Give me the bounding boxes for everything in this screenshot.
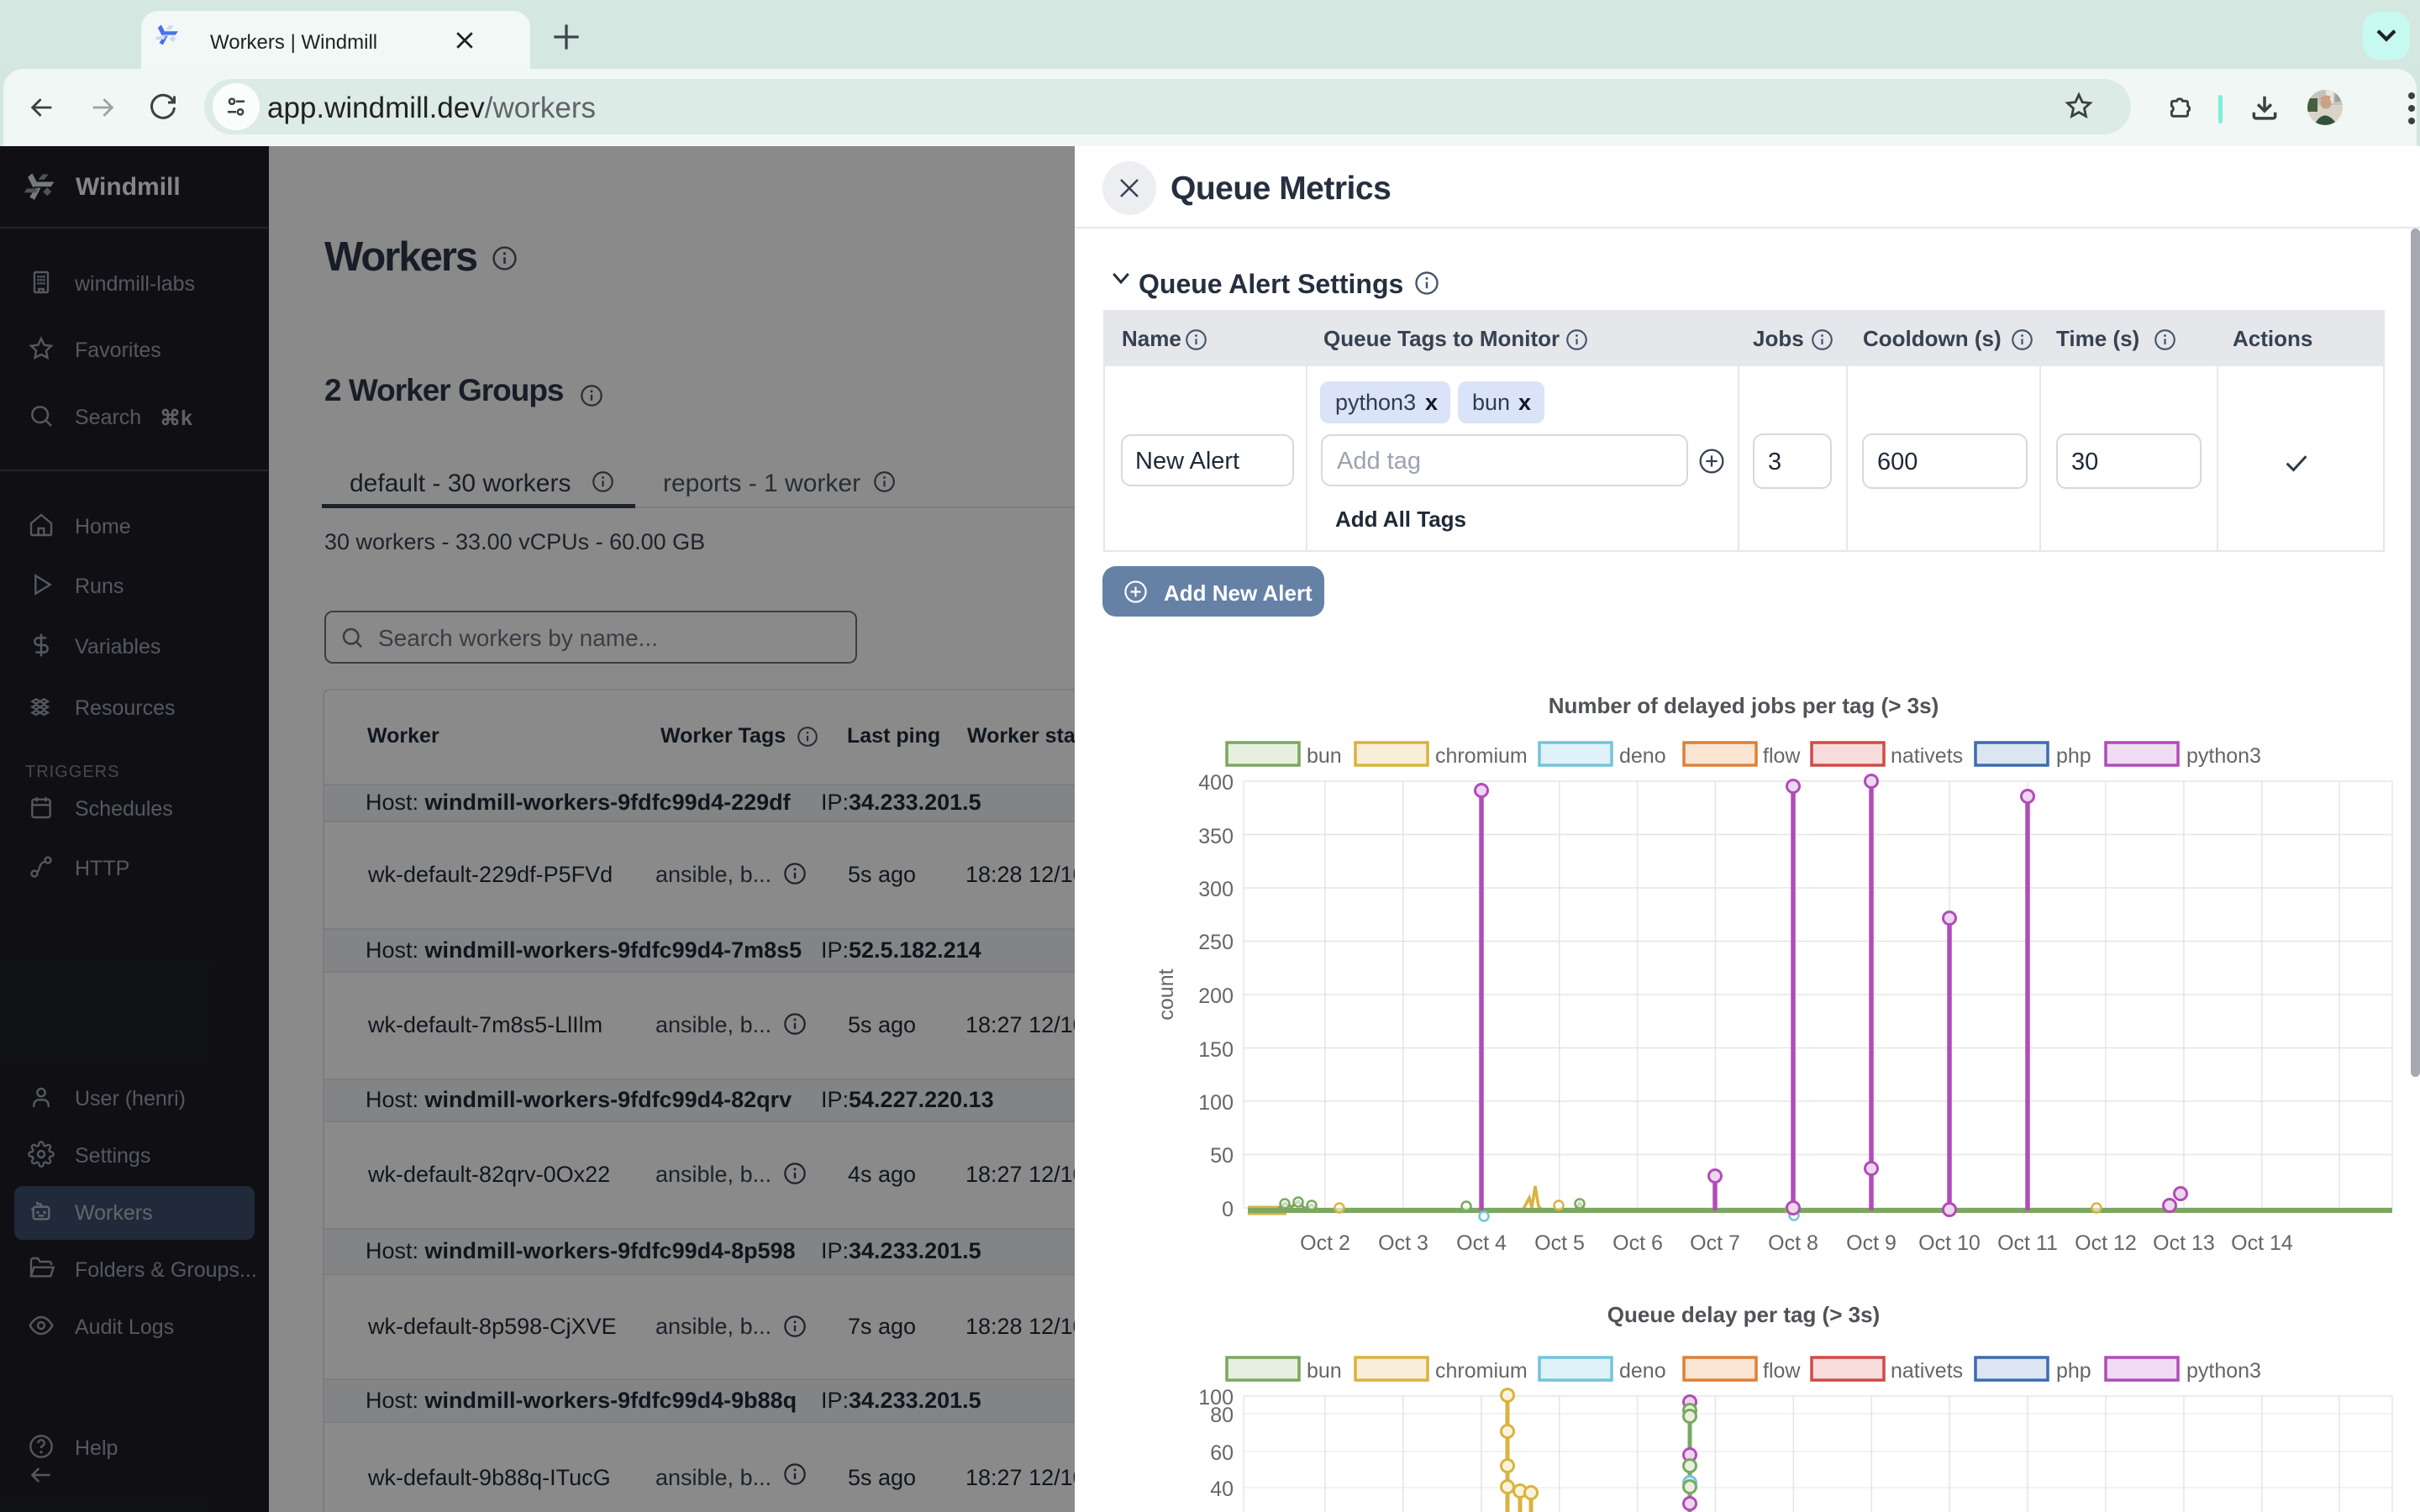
svg-text:Oct 14: Oct 14 bbox=[2231, 1231, 2293, 1255]
svg-text:python3: python3 bbox=[2186, 744, 2261, 768]
svg-text:Queue delay per tag (> 3s): Queue delay per tag (> 3s) bbox=[1607, 1302, 1880, 1327]
svg-text:Oct 10: Oct 10 bbox=[1918, 1231, 1981, 1255]
svg-text:150: 150 bbox=[1198, 1038, 1234, 1062]
svg-text:40: 40 bbox=[1210, 1478, 1234, 1501]
svg-text:Number of delayed jobs per tag: Number of delayed jobs per tag (> 3s) bbox=[1549, 693, 1939, 718]
svg-text:250: 250 bbox=[1198, 931, 1234, 954]
svg-text:200: 200 bbox=[1198, 984, 1234, 1008]
svg-text:Oct 5: Oct 5 bbox=[1534, 1231, 1585, 1255]
svg-text:100: 100 bbox=[1198, 1091, 1234, 1115]
svg-text:Oct 9: Oct 9 bbox=[1846, 1231, 1897, 1255]
svg-text:nativets: nativets bbox=[1891, 744, 1963, 768]
svg-text:80: 80 bbox=[1210, 1404, 1234, 1427]
svg-text:Oct 11: Oct 11 bbox=[1997, 1231, 2058, 1255]
svg-text:chromium: chromium bbox=[1435, 744, 1528, 768]
svg-text:Oct 13: Oct 13 bbox=[2153, 1231, 2215, 1255]
svg-text:50: 50 bbox=[1210, 1144, 1234, 1168]
svg-text:Oct 7: Oct 7 bbox=[1690, 1231, 1740, 1255]
svg-text:Oct 6: Oct 6 bbox=[1612, 1231, 1663, 1255]
svg-text:bun: bun bbox=[1307, 744, 1342, 768]
svg-text:400: 400 bbox=[1198, 771, 1234, 795]
svg-text:60: 60 bbox=[1210, 1441, 1234, 1465]
svg-text:php: php bbox=[2056, 744, 2091, 768]
svg-text:300: 300 bbox=[1198, 878, 1234, 901]
svg-text:bun: bun bbox=[1307, 1359, 1342, 1383]
svg-text:python3: python3 bbox=[2186, 1359, 2261, 1383]
svg-text:0: 0 bbox=[1222, 1198, 1234, 1221]
svg-text:count: count bbox=[1155, 969, 1178, 1020]
svg-text:nativets: nativets bbox=[1891, 1359, 1963, 1383]
svg-text:Oct 3: Oct 3 bbox=[1378, 1231, 1428, 1255]
svg-text:flow: flow bbox=[1763, 1359, 1801, 1383]
svg-text:chromium: chromium bbox=[1435, 1359, 1528, 1383]
svg-text:deno: deno bbox=[1619, 1359, 1666, 1383]
svg-text:Oct 12: Oct 12 bbox=[2075, 1231, 2137, 1255]
svg-text:php: php bbox=[2056, 1359, 2091, 1383]
svg-text:flow: flow bbox=[1763, 744, 1801, 768]
svg-text:Oct 8: Oct 8 bbox=[1768, 1231, 1818, 1255]
svg-text:deno: deno bbox=[1619, 744, 1666, 768]
svg-text:Oct 4: Oct 4 bbox=[1456, 1231, 1507, 1255]
svg-text:350: 350 bbox=[1198, 825, 1234, 848]
svg-text:Oct 2: Oct 2 bbox=[1300, 1231, 1350, 1255]
